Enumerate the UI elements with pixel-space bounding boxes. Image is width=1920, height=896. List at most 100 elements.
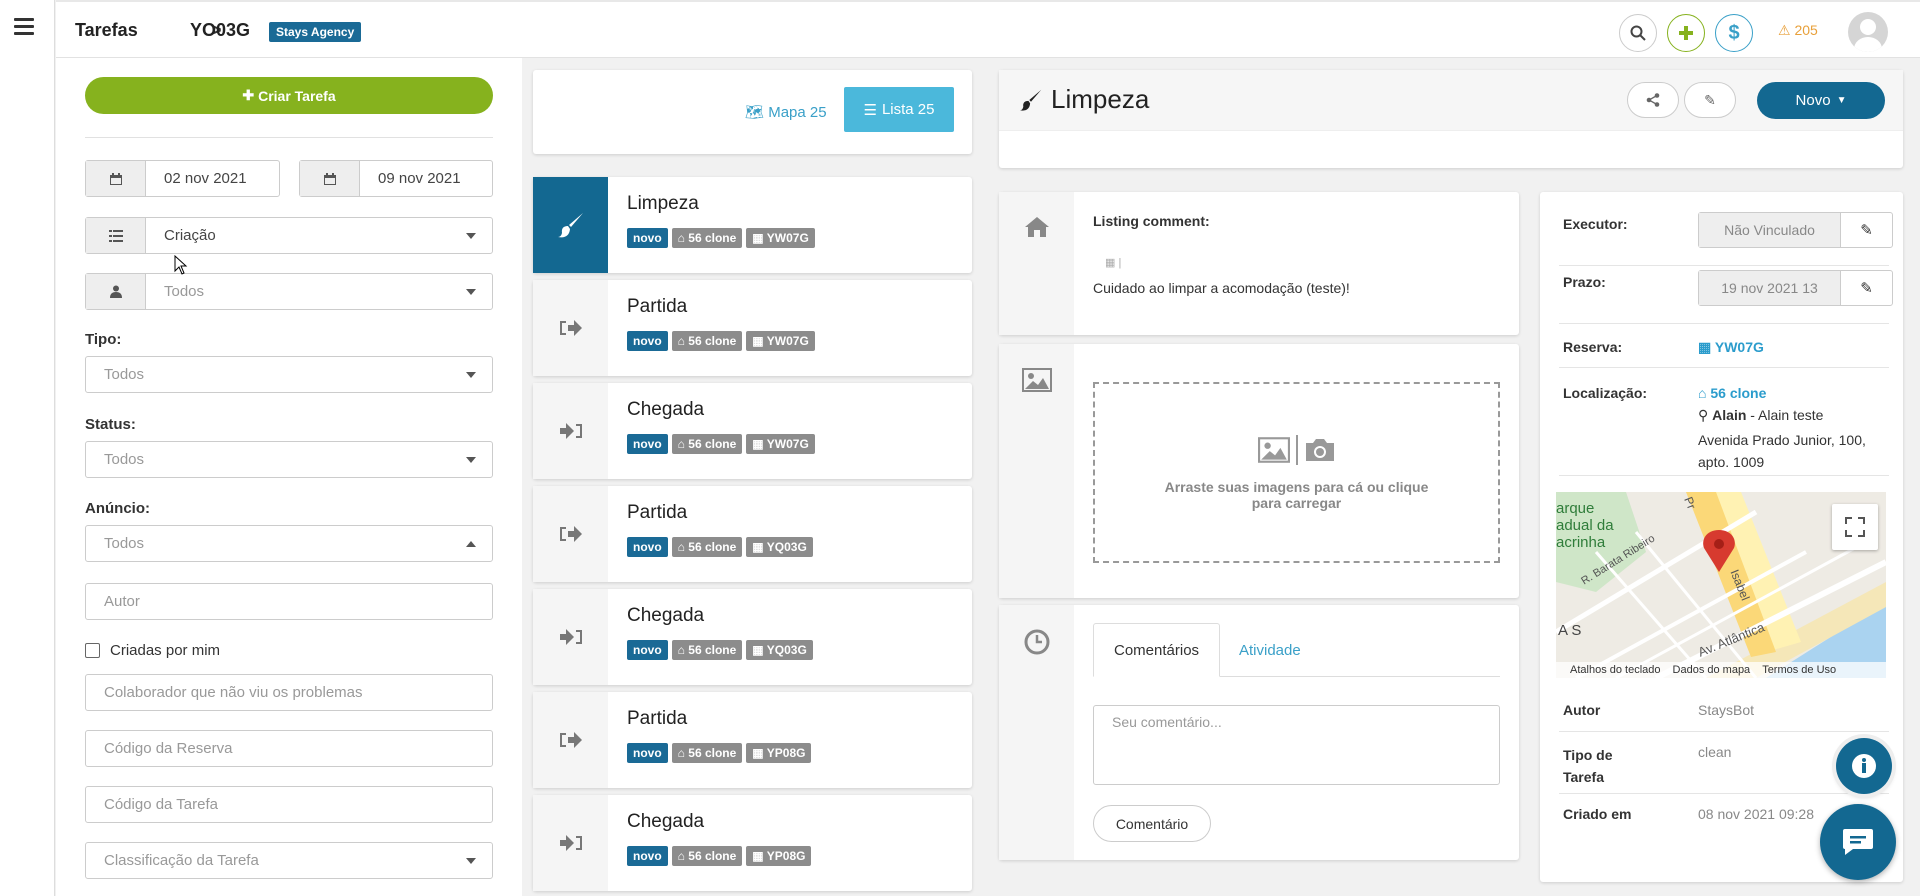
chevron-down-icon: [466, 232, 476, 239]
chat-fab[interactable]: [1820, 804, 1896, 880]
task-item[interactable]: Chegada novo ⌂ 56 clone ▦ YQ03G: [533, 589, 972, 685]
edit-button[interactable]: ✎: [1684, 82, 1736, 118]
task-item[interactable]: Partida novo ⌂ 56 clone ▦ YP08G: [533, 692, 972, 788]
map-attribution: Atalhos do teclado Dados do mapa Termos …: [1556, 662, 1886, 678]
executor-label: Executor:: [1563, 216, 1628, 232]
task-item[interactable]: Partida novo ⌂ 56 clone ▦ YQ03G: [533, 486, 972, 582]
share-icon: [1646, 93, 1660, 107]
autor-value: StaysBot: [1698, 702, 1755, 718]
date-to-field[interactable]: 09 nov 2021: [299, 160, 493, 197]
reserva-row: Reserva: ▦ YW07G: [1559, 324, 1889, 368]
tab-comentarios[interactable]: Comentários: [1093, 623, 1221, 677]
calendar-icon: ▦: [1698, 339, 1715, 355]
reserva-link[interactable]: ▦ YW07G: [1698, 339, 1764, 356]
alert-indicator[interactable]: ⚠ 205: [1778, 22, 1818, 39]
anuncio-select[interactable]: Todos: [85, 525, 493, 562]
tipo-value: Todos: [104, 366, 145, 383]
prazo-field[interactable]: 19 nov 2021 13 ✎: [1698, 270, 1893, 306]
date-from-field[interactable]: 02 nov 2021: [85, 160, 280, 197]
home-icon: ⌂: [1698, 385, 1711, 401]
place-badge: ⌂ 56 clone: [671, 228, 743, 248]
pencil-icon[interactable]: ✎: [1840, 213, 1892, 247]
fullscreen-button[interactable]: [1832, 504, 1878, 550]
terms-link[interactable]: Termos de Uso: [1762, 664, 1836, 676]
code-badge: ▦ YQ03G: [746, 537, 813, 557]
executor-field[interactable]: Não Vinculado ✎: [1698, 212, 1893, 248]
checkbox-box[interactable]: [85, 643, 100, 658]
warning-icon: ⚠: [1778, 22, 1791, 38]
codigo-reserva-input[interactable]: Código da Reserva: [85, 730, 493, 767]
breadcrumb-tarefas[interactable]: Tarefas: [75, 20, 138, 41]
codigo-tarefa-placeholder: Código da Tarefa: [104, 796, 218, 813]
pencil-icon: ✎: [1704, 91, 1716, 108]
task-item[interactable]: Chegada novo ⌂ 56 clone ▦ YP08G: [533, 795, 972, 891]
filters-panel: ✚ Criar Tarefa 02 nov 2021 09 nov 2021 C…: [56, 58, 522, 896]
status-select[interactable]: Todos: [85, 441, 493, 478]
search-button[interactable]: [1619, 14, 1657, 52]
sign-in-icon: [533, 383, 608, 479]
tab-atividade[interactable]: Atividade: [1219, 623, 1321, 677]
agency-badge: Stays Agency: [269, 22, 362, 42]
sign-out-icon: [533, 280, 608, 376]
chevron-up-icon: [466, 540, 476, 547]
create-task-button[interactable]: ✚ Criar Tarefa: [85, 77, 493, 114]
chevron-down-icon: [466, 288, 476, 295]
share-button[interactable]: [1627, 82, 1679, 118]
reserva-label: Reserva:: [1563, 339, 1623, 355]
classificacao-placeholder: Classificação da Tarefa: [104, 852, 259, 869]
brush-icon: [533, 177, 608, 273]
listing-link[interactable]: ⌂ 56 clone: [1698, 385, 1766, 401]
status-badge: novo: [627, 743, 668, 763]
location-map[interactable]: arque adual da acrinha R. Barata Ribeiro A…: [1556, 492, 1886, 678]
classificacao-select[interactable]: Classificação da Tarefa: [85, 842, 493, 879]
pencil-icon[interactable]: ✎: [1840, 271, 1892, 305]
calendar-icon: [300, 161, 360, 196]
finance-button[interactable]: $: [1715, 14, 1753, 52]
tipo-select[interactable]: Todos: [85, 356, 493, 393]
info-fab[interactable]: [1836, 738, 1892, 794]
autor-input[interactable]: Autor: [85, 583, 493, 620]
sort-select[interactable]: Criação: [85, 217, 493, 254]
task-item[interactable]: Partida novo ⌂ 56 clone ▦ YW07G: [533, 280, 972, 376]
criadas-label: Criadas por mim: [110, 642, 221, 659]
novo-dropdown-button[interactable]: Novo ▼: [1757, 82, 1885, 119]
camera-icon: [1305, 438, 1334, 461]
anuncio-value: Todos: [104, 535, 145, 552]
home-icon: ⌂: [677, 334, 689, 348]
status-badge: novo: [627, 640, 668, 660]
comment-textarea[interactable]: Seu comentário...: [1093, 705, 1500, 785]
map-view-button[interactable]: 🗺 Mapa 25: [745, 103, 827, 121]
sign-in-icon: [533, 589, 608, 685]
image-dropzone[interactable]: Arraste suas imagens para cá ou clique p…: [1093, 382, 1500, 563]
colaborador-input[interactable]: Colaborador que não viu os problemas: [85, 674, 493, 711]
executor-value: Não Vinculado: [1699, 213, 1840, 247]
listing-comment-text: Cuidado ao limpar a acomodação (teste)!: [1093, 280, 1350, 296]
prazo-label: Prazo:: [1563, 274, 1606, 290]
codigo-tarefa-input[interactable]: Código da Tarefa: [85, 786, 493, 823]
sign-out-icon: [533, 486, 608, 582]
chevron-down-icon: [466, 371, 476, 378]
alert-count: 205: [1794, 22, 1818, 38]
code-badge: ▦ YW07G: [746, 331, 815, 351]
criado-value: 08 nov 2021 09:28: [1698, 806, 1814, 822]
task-title: Limpeza: [627, 193, 699, 214]
user-select[interactable]: Todos: [85, 273, 493, 310]
task-item[interactable]: Limpeza novo ⌂ 56 clone ▦ YW07G: [533, 177, 972, 273]
map-data-link[interactable]: Dados do mapa: [1673, 664, 1751, 676]
task-title: Partida: [627, 708, 688, 729]
avatar[interactable]: [1848, 12, 1888, 52]
user-icon: [86, 274, 146, 309]
mouse-cursor-icon: [174, 255, 188, 275]
comments-card: Comentários Atividade Seu comentário... …: [999, 605, 1519, 860]
localizacao-row: Localização: ⌂ 56 clone ⚲ Alain - Alain …: [1559, 368, 1889, 476]
add-button[interactable]: [1667, 14, 1705, 52]
comment-submit-button[interactable]: Comentário: [1093, 805, 1211, 842]
home-icon: ⌂: [677, 540, 689, 554]
list-view-button[interactable]: ☰ Lista 25: [844, 87, 954, 132]
task-item[interactable]: Chegada novo ⌂ 56 clone ▦ YW07G: [533, 383, 972, 479]
divider: [85, 137, 493, 138]
status-badge: novo: [627, 434, 668, 454]
criadas-checkbox[interactable]: Criadas por mim: [85, 642, 220, 659]
keyboard-shortcuts-link[interactable]: Atalhos do teclado: [1570, 664, 1661, 676]
hamburger-menu-icon[interactable]: [14, 18, 34, 35]
